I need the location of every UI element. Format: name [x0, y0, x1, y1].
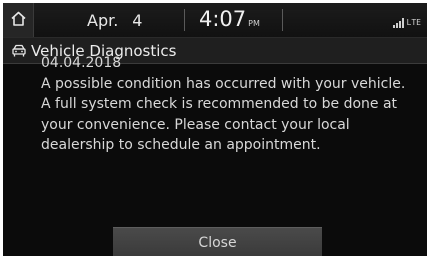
status-bar: Apr. 4 4:07 PM LTE — [3, 3, 427, 38]
ampm-text: PM — [248, 19, 260, 28]
signal-indicator: LTE — [392, 13, 421, 32]
day-text: 4 — [132, 11, 143, 30]
network-type-label: LTE — [406, 18, 421, 27]
date-display: Apr. 4 — [87, 11, 142, 30]
close-button[interactable]: Close — [113, 227, 322, 256]
diagnostics-screen: Apr. 4 4:07 PM LTE Vehicle Diagnostics 0… — [3, 3, 427, 256]
home-icon — [10, 10, 27, 31]
vehicle-diagnostics-icon — [11, 43, 27, 59]
message-date: 04.04.2018 — [41, 55, 122, 71]
message-body: A possible condition has occurred with y… — [41, 75, 406, 154]
month-text: Apr. — [87, 11, 119, 30]
signal-bars-icon — [392, 13, 404, 32]
status-divider — [282, 9, 283, 31]
status-divider — [184, 9, 185, 31]
home-button[interactable] — [3, 3, 34, 37]
time-text: 4:07 — [199, 7, 247, 31]
diagnostics-message: 04.04.2018 A possible condition has occu… — [41, 53, 426, 156]
clock-display: 4:07 PM — [199, 7, 260, 31]
